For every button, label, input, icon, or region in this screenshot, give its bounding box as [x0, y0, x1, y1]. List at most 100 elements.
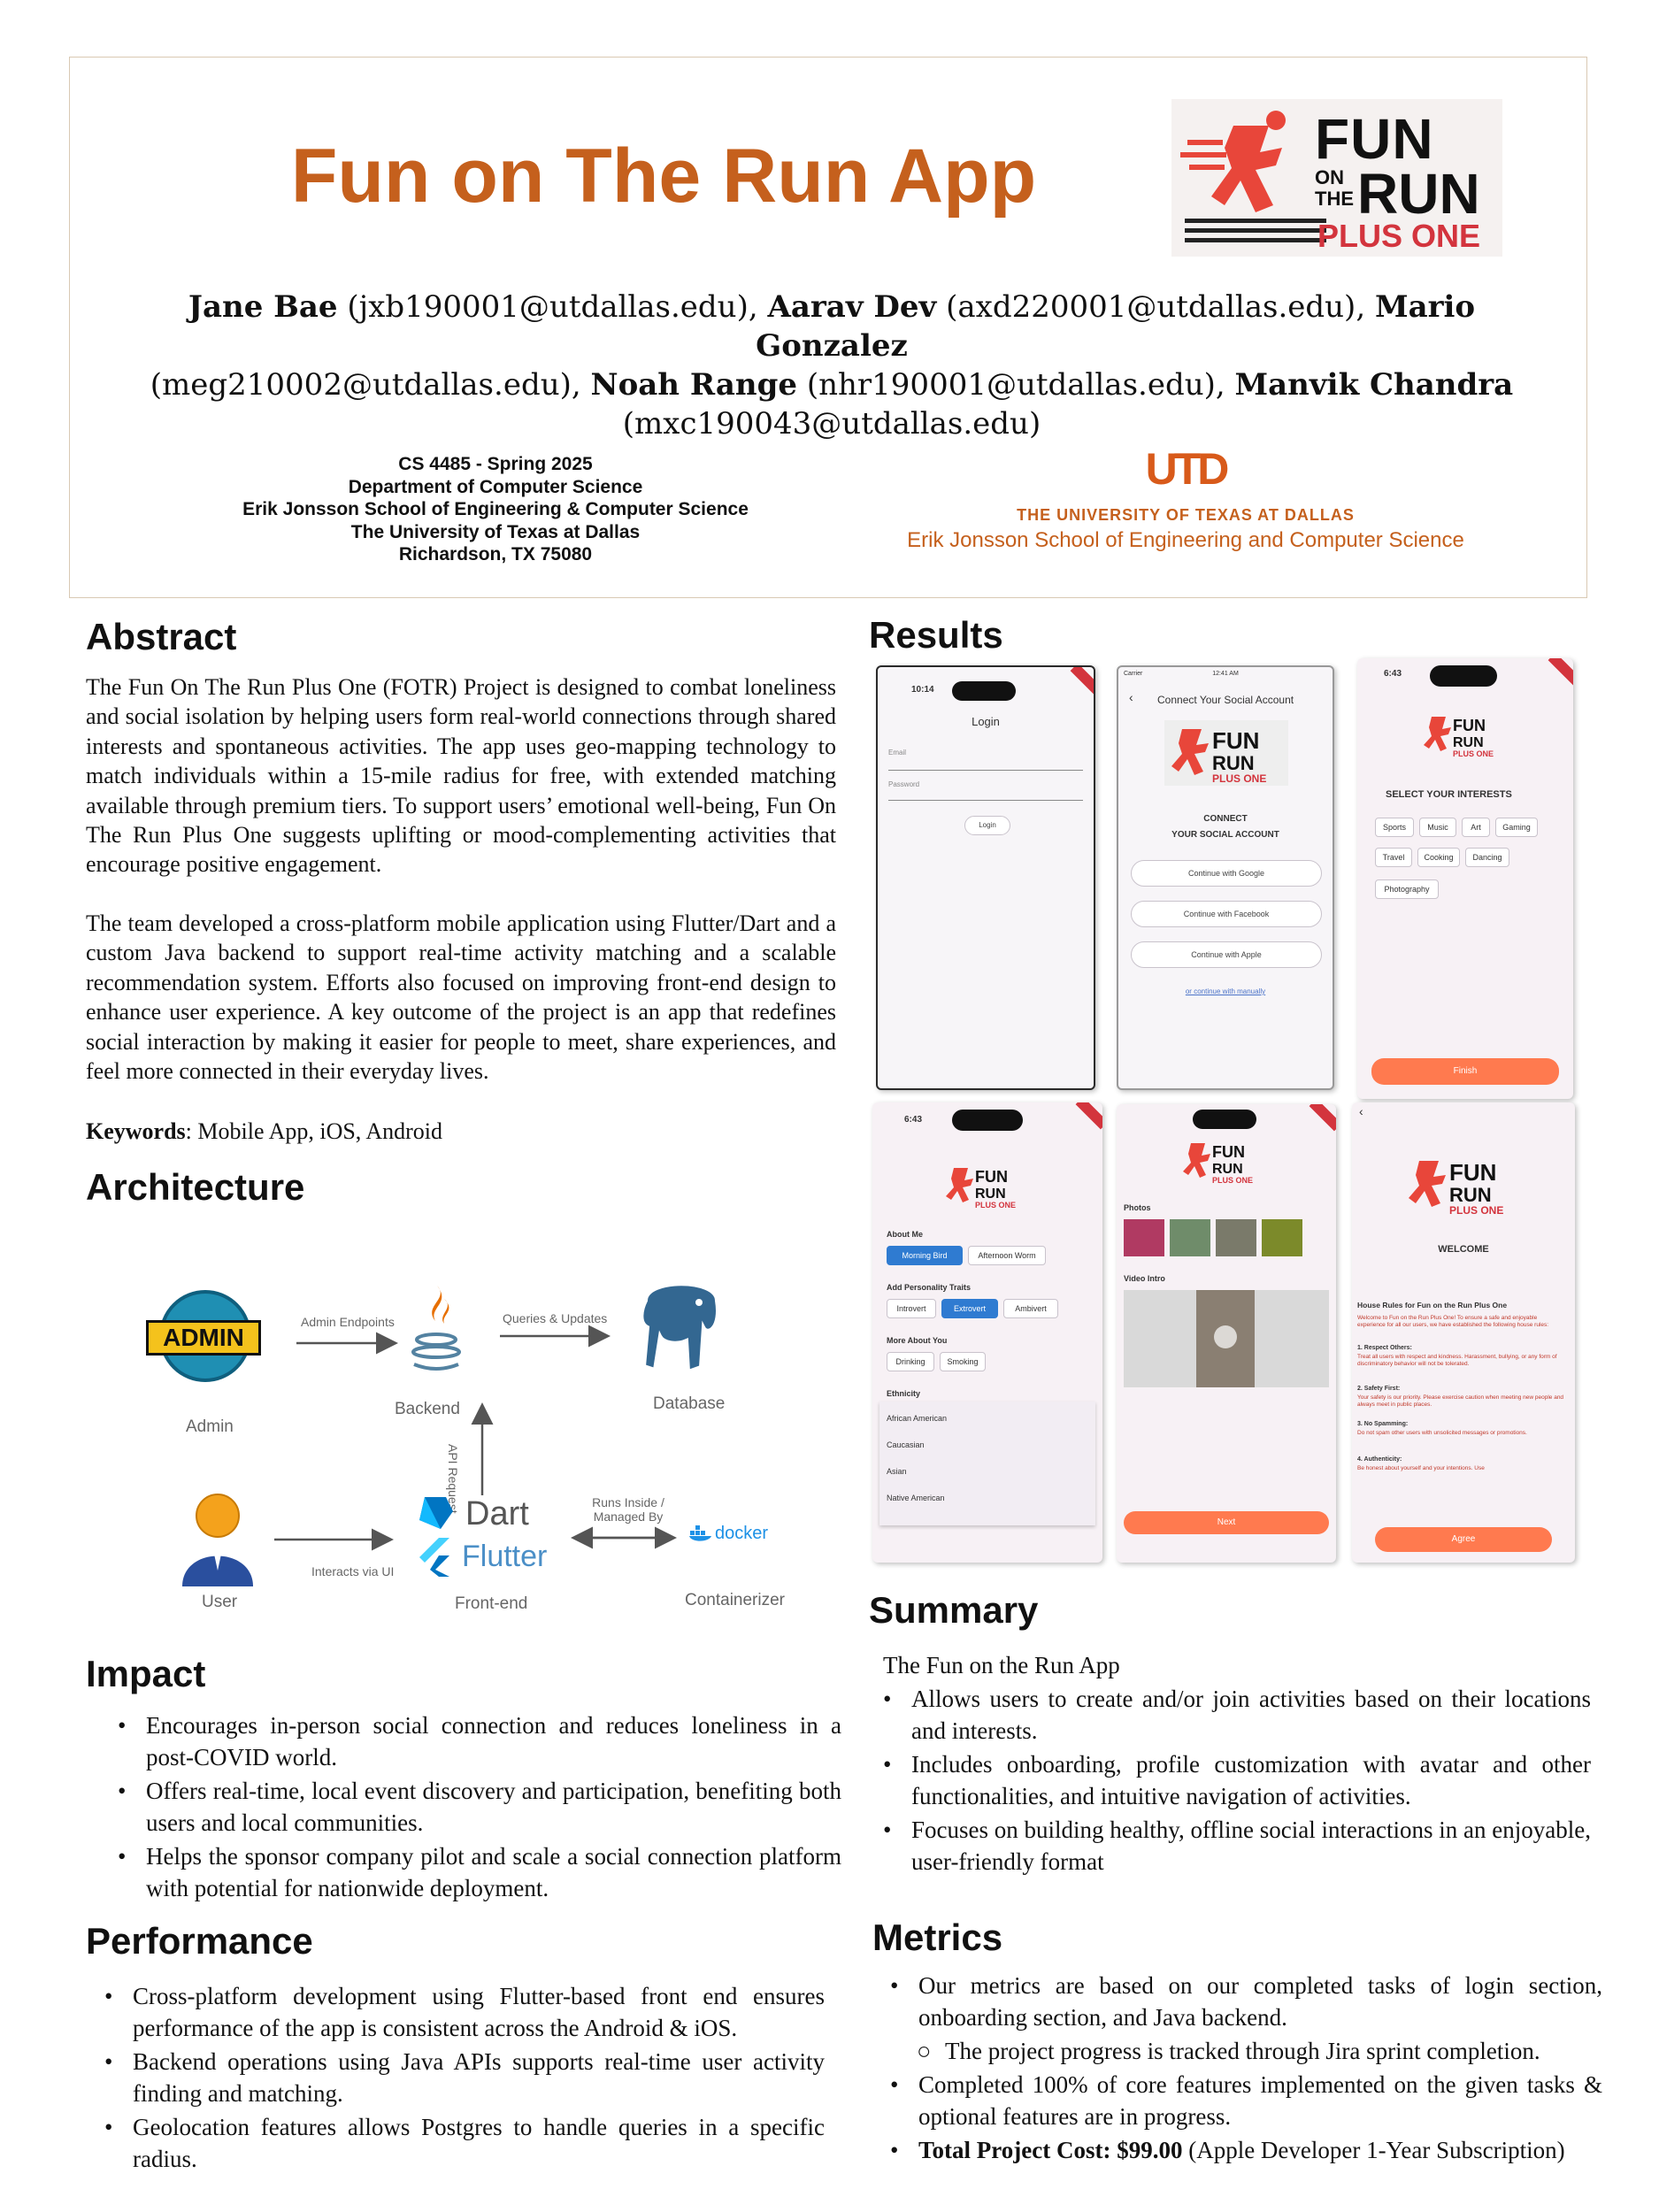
trait-chip[interactable]: Extrovert	[941, 1299, 998, 1318]
utd-logo: UTD THE UNIVERSITY OF TEXAS AT DALLAS Er…	[876, 444, 1495, 553]
author-email: (mxc190043@utdallas.edu)	[622, 406, 1041, 442]
frontend-label: Front-end	[455, 1594, 528, 1613]
interest-chip[interactable]: Photography	[1375, 879, 1439, 899]
containerizer-label: Containerizer	[685, 1591, 785, 1609]
agree-button[interactable]: Agree	[1375, 1527, 1552, 1552]
interest-chip[interactable]: Dancing	[1465, 848, 1509, 867]
photo-thumbnail[interactable]	[1170, 1219, 1210, 1256]
sub-bullet-icon: ○	[917, 2038, 932, 2064]
interests-heading: SELECT YOUR INTERESTS	[1386, 789, 1512, 800]
play-icon[interactable]	[1214, 1325, 1237, 1348]
interest-chip[interactable]: Art	[1462, 818, 1490, 837]
fun-on-the-run-logo: FUN ON THE RUN PLUS ONE	[1171, 99, 1502, 257]
list-item: Encourages in-person social connection a…	[118, 1709, 841, 1773]
about-chip[interactable]: Morning Bird	[887, 1246, 963, 1265]
app-logo-icon: FUN RUN PLUS ONE	[1402, 1152, 1525, 1219]
interest-chip[interactable]: Sports	[1375, 818, 1414, 837]
affiliation-line: Richardson, TX 75080	[398, 544, 593, 565]
author-name: Aarav Dev	[767, 289, 937, 325]
dropdown-option[interactable]: Asian	[887, 1467, 907, 1476]
dropdown-option[interactable]: Caucasian	[887, 1440, 925, 1449]
facebook-button[interactable]: Continue with Facebook	[1131, 901, 1322, 927]
connect-title: Connect Your Social Account	[1157, 694, 1294, 706]
svg-text:FUN: FUN	[1449, 1159, 1496, 1186]
status-time: 10:14	[911, 685, 934, 695]
google-button[interactable]: Continue with Google	[1131, 860, 1322, 887]
about-chip[interactable]: Afternoon Worm	[968, 1246, 1046, 1265]
dynamic-island	[1430, 665, 1497, 687]
svg-text:FUN: FUN	[1212, 1143, 1245, 1161]
rules-title: House Rules for Fun on the Run Plus One	[1357, 1301, 1508, 1310]
interest-chip[interactable]: Cooking	[1417, 848, 1460, 867]
results-heading: Results	[869, 614, 1003, 656]
ethnicity-dropdown[interactable]: African American Caucasian Asian Native …	[879, 1402, 1095, 1525]
svg-text:FUN: FUN	[1453, 717, 1486, 734]
photo-thumbnail[interactable]	[1262, 1219, 1302, 1256]
back-arrow-icon[interactable]: ‹	[1359, 1104, 1363, 1118]
trait-chip[interactable]: Ambivert	[1003, 1299, 1058, 1318]
password-field[interactable]: Password	[888, 780, 919, 788]
more-chip[interactable]: Smoking	[940, 1352, 986, 1371]
photo-thumbnail[interactable]	[1124, 1219, 1164, 1256]
performance-list: Cross-platform development using Flutter…	[104, 1980, 825, 2177]
email-underline	[888, 770, 1083, 771]
impact-list: Encourages in-person social connection a…	[118, 1709, 841, 1906]
affiliation-line: The University of Texas at Dallas	[350, 521, 641, 542]
interest-chip[interactable]: Music	[1419, 818, 1456, 837]
app-logo-icon: FUN RUN PLUS ONE	[1419, 711, 1508, 759]
dropdown-option[interactable]: African American	[887, 1414, 947, 1423]
back-arrow-icon[interactable]: ‹	[1129, 690, 1133, 704]
password-underline	[888, 800, 1083, 801]
dropdown-option[interactable]: Native American	[887, 1494, 945, 1502]
cost-label: Total Project Cost: $99.00	[918, 2137, 1183, 2163]
status-time: 12:41 AM	[1212, 671, 1239, 677]
author-email: (jxb190001@utdallas.edu)	[347, 289, 749, 325]
author-name: Noah Range	[590, 367, 798, 403]
utd-mark: UTD	[1145, 444, 1230, 494]
svg-text:PLUS ONE: PLUS ONE	[1453, 749, 1494, 758]
list-item: Cross-platform development using Flutter…	[104, 1980, 825, 2044]
ethnicity-heading: Ethnicity	[887, 1389, 921, 1398]
photo-thumbnail[interactable]	[1216, 1219, 1256, 1256]
metrics-heading: Metrics	[872, 1916, 1003, 1958]
welcome-heading: WELCOME	[1438, 1244, 1489, 1255]
more-chip[interactable]: Drinking	[887, 1352, 934, 1371]
finish-button[interactable]: Finish	[1371, 1058, 1559, 1085]
screenshot-connect-social: Carrier 12:41 AM ‹ Connect Your Social A…	[1117, 665, 1334, 1090]
java-icon	[405, 1281, 467, 1379]
login-button[interactable]: Login	[964, 816, 1010, 835]
apple-button[interactable]: Continue with Apple	[1131, 941, 1322, 968]
svg-text:PLUS ONE: PLUS ONE	[1212, 772, 1266, 785]
rule-title: 2. Safety First:	[1357, 1386, 1401, 1392]
about-heading: About Me	[887, 1230, 923, 1239]
summary-list: Allows users to create and/or join activ…	[883, 1683, 1591, 1879]
video-preview[interactable]	[1124, 1290, 1329, 1387]
rule-title: 1. Respect Others:	[1357, 1345, 1412, 1351]
author-email: (nhr190001@utdallas.edu)	[806, 367, 1216, 403]
edge-runs-inside-1: Runs Inside /	[592, 1495, 664, 1509]
postgres-elephant-icon	[628, 1274, 734, 1380]
manual-link[interactable]: or continue with manually	[1118, 987, 1333, 995]
keywords-label: Keywords	[86, 1118, 186, 1144]
admin-label: Admin	[186, 1417, 234, 1436]
screenshot-profile: 6:43 FUN RUN PLUS ONE About Me Morning Bir…	[872, 1102, 1102, 1563]
rule-text: Be honest about yourself and your intent…	[1357, 1465, 1485, 1471]
flutter-icon	[418, 1538, 453, 1577]
rule-text: Your safety is our priority. Please exer…	[1357, 1394, 1564, 1408]
edge-runs-inside: Runs Inside / Managed By	[584, 1495, 672, 1524]
summary-lead: The Fun on the Run App	[883, 1652, 1120, 1678]
abstract-heading: Abstract	[86, 616, 237, 657]
list-item-sub: ○ The project progress is tracked through…	[917, 2035, 1602, 2067]
email-field[interactable]: Email	[888, 749, 906, 757]
next-button[interactable]: Next	[1124, 1511, 1329, 1534]
interest-chip[interactable]: Gaming	[1495, 818, 1538, 837]
dart-text: Dart	[465, 1495, 529, 1532]
svg-text:FUN: FUN	[975, 1168, 1008, 1186]
logo-the: THE	[1315, 188, 1354, 210]
trait-chip[interactable]: Introvert	[887, 1299, 936, 1318]
list-item: Focuses on building healthy, offline soc…	[883, 1814, 1591, 1878]
affiliation-line: Department of Computer Science	[348, 476, 643, 497]
interest-chip[interactable]: Travel	[1375, 848, 1412, 867]
author-name: Manvik Chandra	[1234, 367, 1514, 403]
author-list: Jane Bae (jxb190001@utdallas.edu), Aarav…	[150, 289, 1514, 442]
